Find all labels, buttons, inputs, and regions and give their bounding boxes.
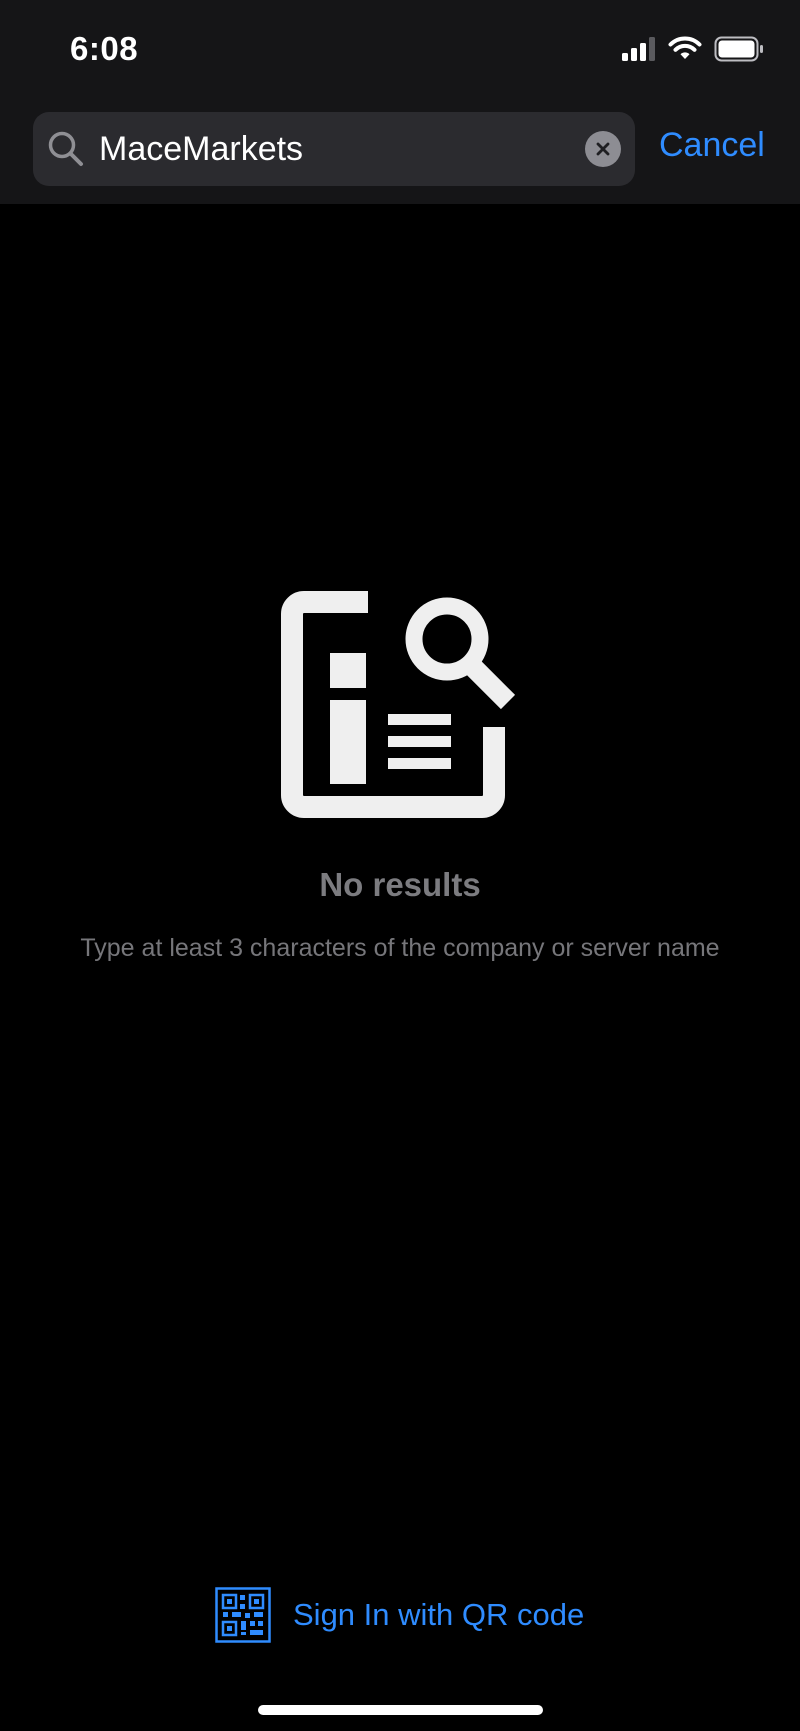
search-icon [48, 131, 83, 166]
document-search-icon [281, 587, 528, 818]
cellular-signal-icon [622, 37, 655, 61]
top-bar: 6:08 Cancel [0, 0, 800, 204]
empty-state-title: No results [319, 866, 481, 903]
cancel-button[interactable]: Cancel [659, 126, 765, 165]
qr-sign-in-label: Sign In with QR code [293, 1597, 585, 1632]
clear-icon [596, 142, 610, 156]
clear-search-button[interactable] [585, 131, 621, 167]
status-time: 6:08 [70, 30, 139, 67]
search-input[interactable] [97, 112, 559, 186]
battery-icon [714, 36, 763, 62]
home-indicator[interactable] [258, 1705, 543, 1715]
status-icons [622, 36, 764, 62]
wifi-icon [668, 36, 702, 59]
qr-sign-in-button[interactable]: Sign In with QR code [215, 1587, 584, 1643]
search-field[interactable] [33, 112, 635, 186]
qr-code-icon [215, 1587, 271, 1643]
empty-state-subtitle: Type at least 3 characters of the compan… [80, 934, 720, 962]
